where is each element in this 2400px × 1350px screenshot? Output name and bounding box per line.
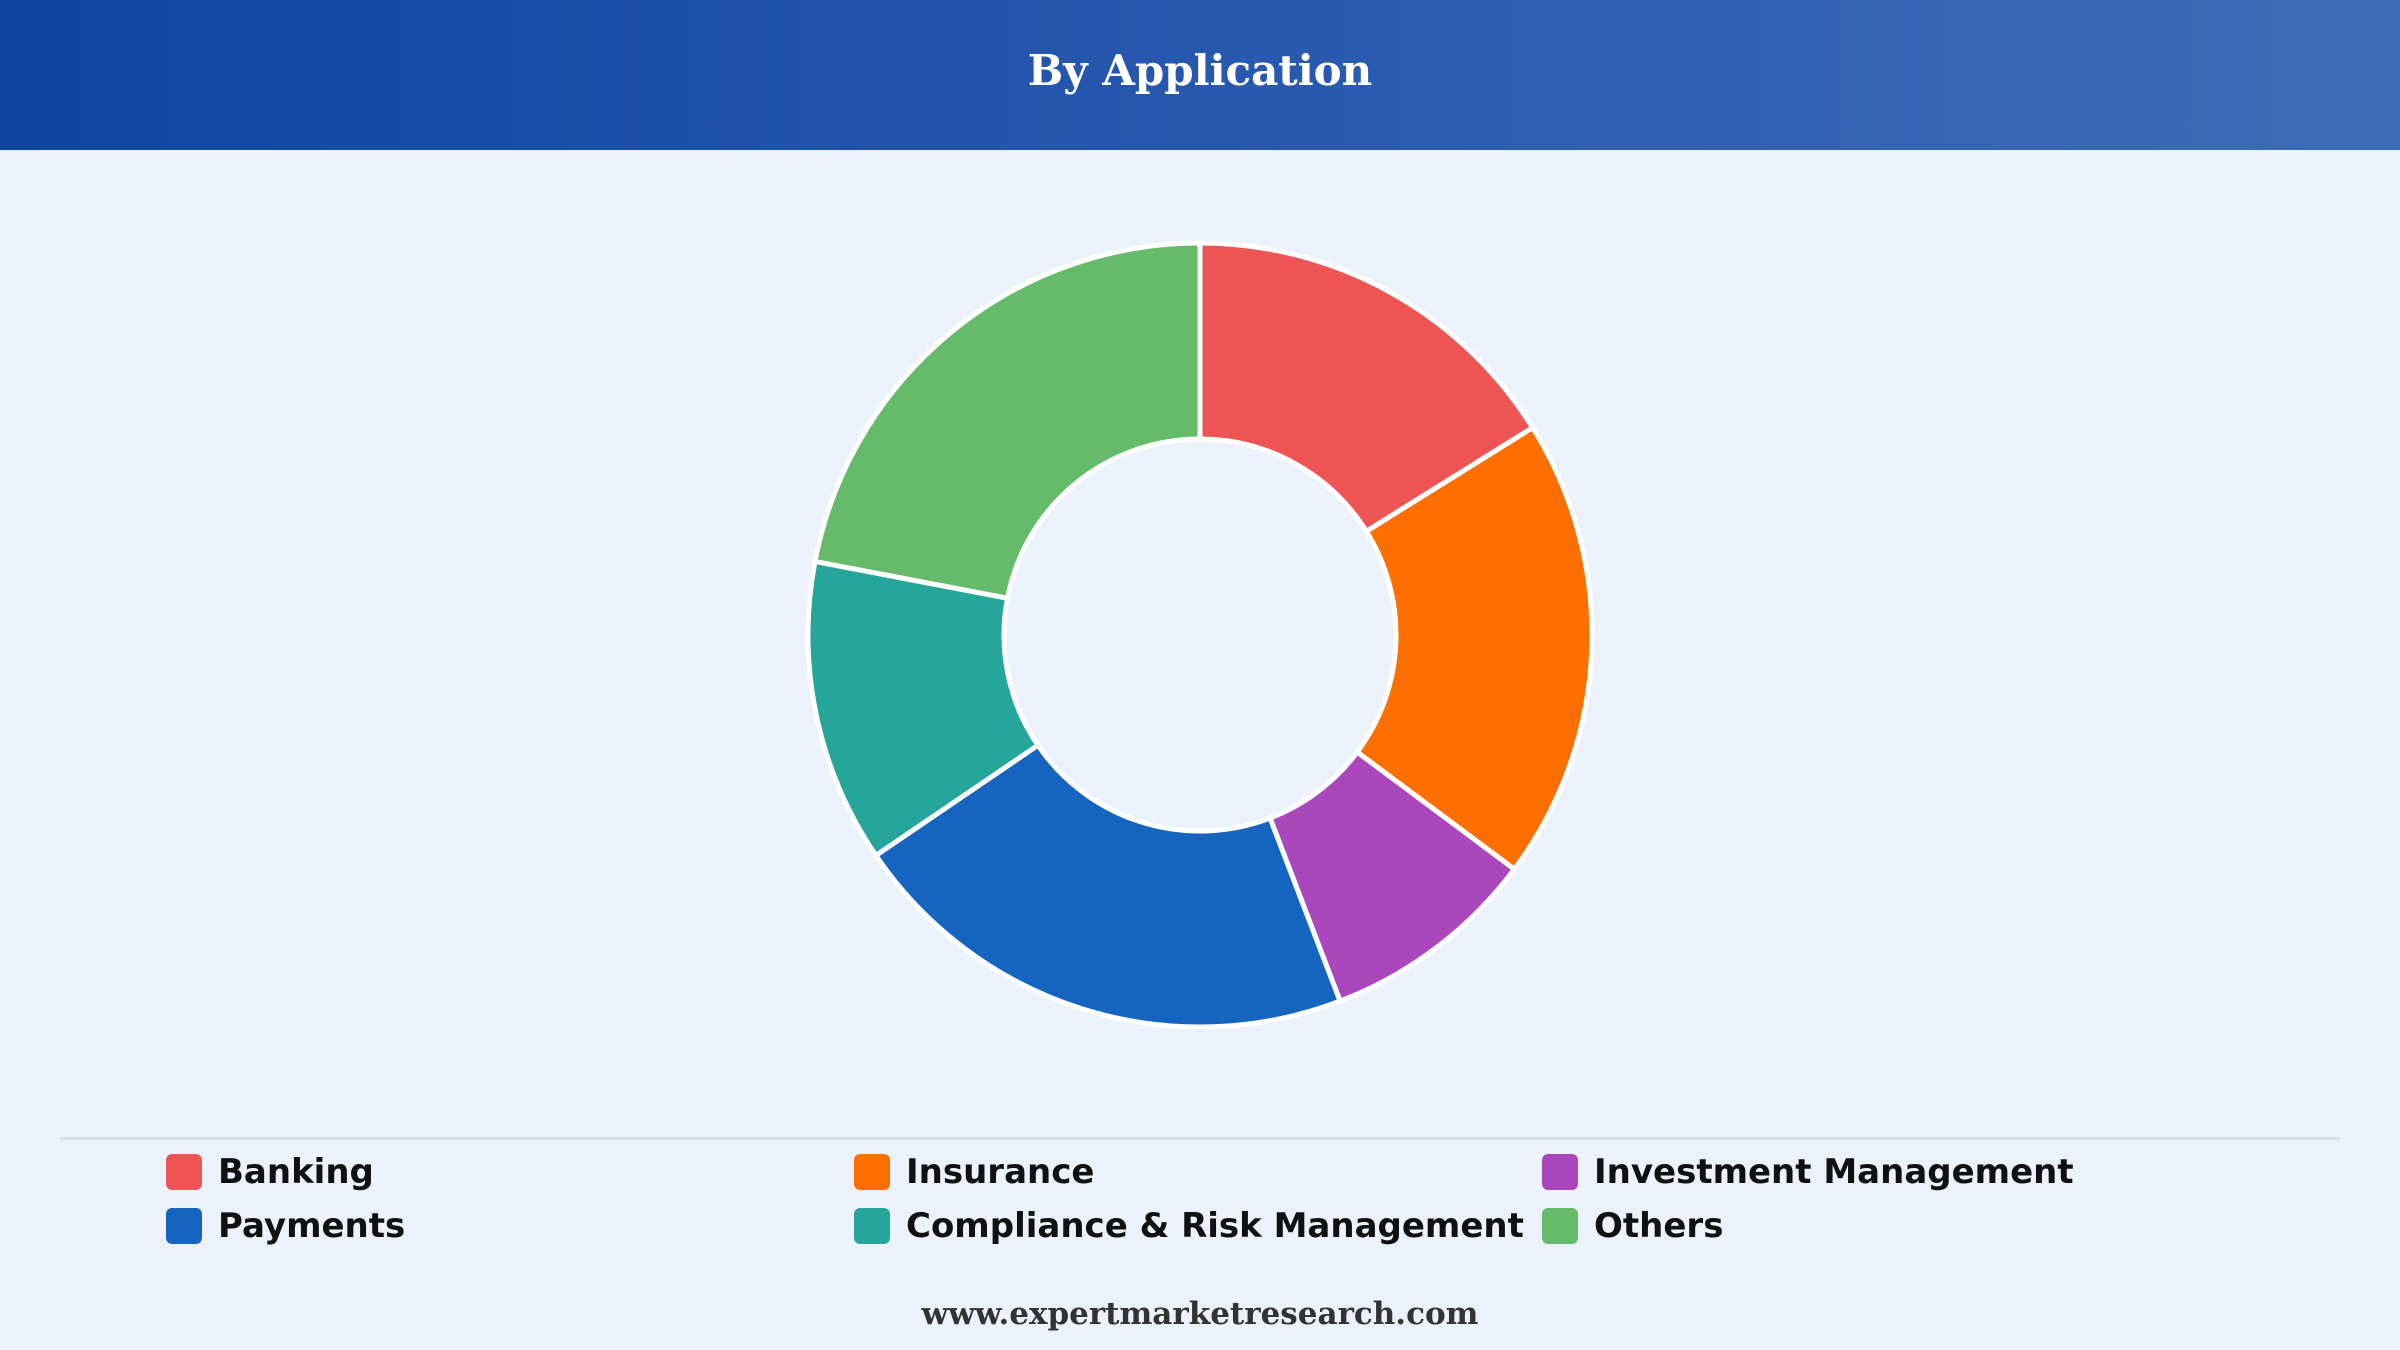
legend-swatch (854, 1208, 890, 1244)
legend-item-banking: Banking (166, 1152, 854, 1192)
chart-page: By Application Banking Insurance Investm… (0, 0, 2400, 1350)
header-bar: By Application (0, 0, 2400, 150)
legend-swatch (166, 1154, 202, 1190)
legend-label: Insurance (906, 1152, 1095, 1192)
legend-label: Compliance & Risk Management (906, 1206, 1524, 1246)
legend-item-payments: Payments (166, 1206, 854, 1246)
legend-item-compliance-risk-management: Compliance & Risk Management (854, 1206, 1542, 1246)
donut-slice-others (812, 240, 1203, 601)
legend-item-others: Others (1542, 1206, 2230, 1246)
legend-swatch (1542, 1154, 1578, 1190)
legend-swatch (854, 1154, 890, 1190)
legend-label: Banking (218, 1152, 374, 1192)
legend-item-insurance: Insurance (854, 1152, 1542, 1192)
legend-item-investment-management: Investment Management (1542, 1152, 2230, 1192)
legend-swatch (166, 1208, 202, 1244)
legend-label: Investment Management (1594, 1152, 2074, 1192)
legend-swatch (1542, 1208, 1578, 1244)
donut-chart (805, 240, 1595, 1030)
source-footer: www.expertmarketresearch.com (921, 1296, 1479, 1332)
legend-label: Payments (218, 1206, 406, 1246)
legend: Banking Insurance Investment Management … (166, 1152, 2266, 1246)
legend-divider (60, 1137, 2340, 1140)
legend-label: Others (1594, 1206, 1724, 1246)
chart-title: By Application (1027, 45, 1373, 95)
